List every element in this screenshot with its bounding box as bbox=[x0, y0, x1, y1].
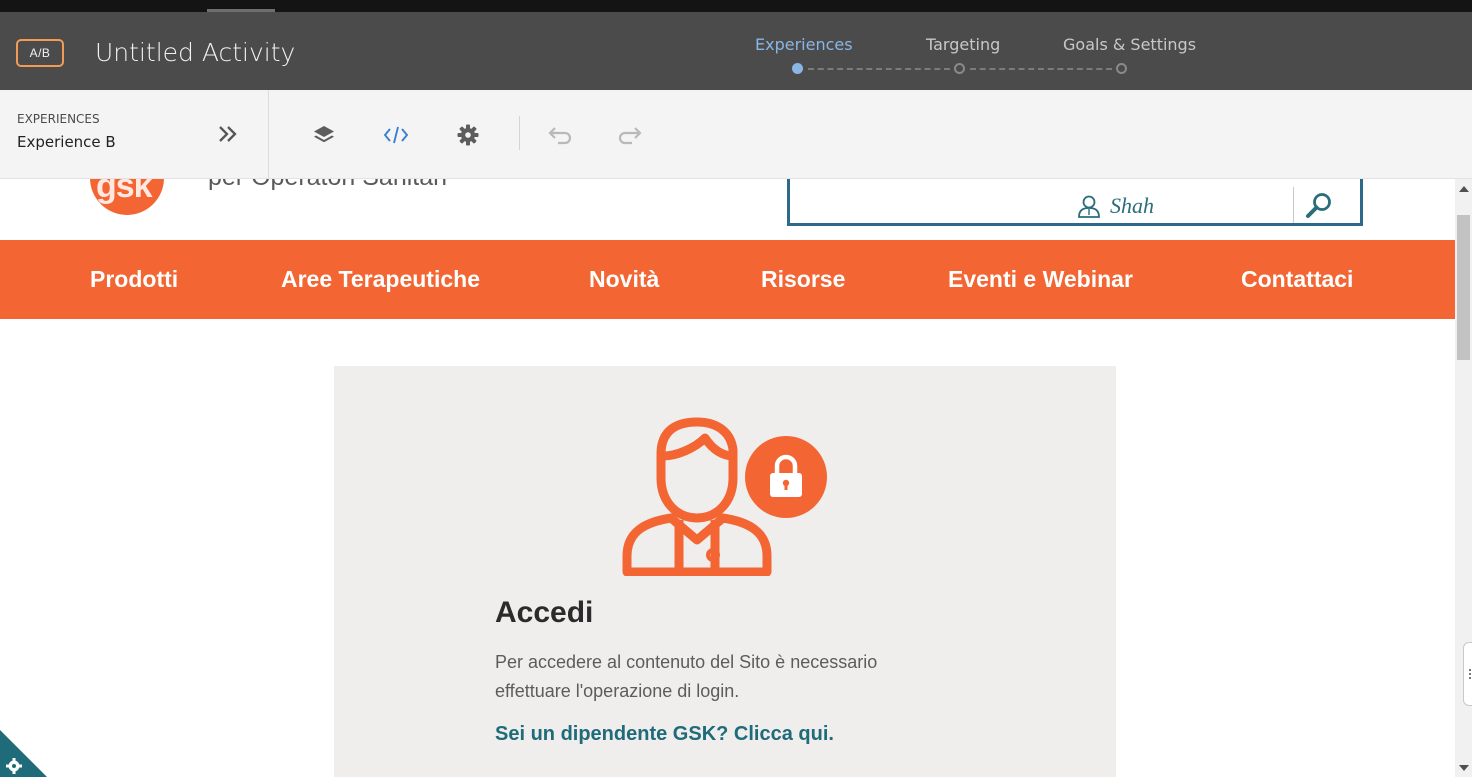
site-tagline: per Operatori Sanitari bbox=[208, 179, 447, 192]
nav-item-risorse[interactable]: Risorse bbox=[761, 266, 845, 293]
step-dot-experiences[interactable] bbox=[792, 63, 803, 74]
gsk-logo[interactable]: gsk bbox=[90, 179, 164, 215]
scroll-up-arrow-icon[interactable] bbox=[1459, 186, 1469, 192]
experiences-label: EXPERIENCES bbox=[17, 112, 100, 126]
login-card: Accedi Per accedere al contenuto del Sit… bbox=[334, 366, 1116, 777]
user-icon bbox=[1078, 195, 1100, 218]
step-connector bbox=[808, 68, 950, 70]
step-targeting[interactable]: Targeting bbox=[926, 35, 1000, 54]
side-panel-handle[interactable] bbox=[1463, 642, 1472, 706]
step-connector bbox=[970, 68, 1112, 70]
step-goals-settings[interactable]: Goals & Settings bbox=[1063, 35, 1196, 54]
website-preview: gsk per Operatori Sanitari Shah Prodotti… bbox=[0, 179, 1472, 777]
employee-login-link[interactable]: Sei un dipendente GSK? Clicca qui. bbox=[495, 723, 834, 746]
search-divider bbox=[1293, 187, 1294, 223]
nav-item-novita[interactable]: Novità bbox=[589, 266, 659, 293]
layers-icon[interactable] bbox=[310, 121, 338, 149]
scroll-thumb[interactable] bbox=[1457, 215, 1470, 360]
nav-item-prodotti[interactable]: Prodotti bbox=[90, 266, 178, 293]
undo-icon[interactable] bbox=[545, 121, 573, 149]
step-experiences[interactable]: Experiences bbox=[755, 35, 853, 54]
login-description: Per accedere al contenuto del Sito è nec… bbox=[495, 652, 878, 701]
nav-item-contattaci[interactable]: Contattaci bbox=[1241, 266, 1353, 293]
nav-item-aree-terapeutiche[interactable]: Aree Terapeutiche bbox=[281, 266, 480, 293]
search-icon[interactable] bbox=[1304, 191, 1334, 221]
nav-item-eventi-webinar[interactable]: Eventi e Webinar bbox=[948, 266, 1133, 293]
scroll-down-arrow-icon[interactable] bbox=[1459, 765, 1469, 771]
collapse-chevrons-icon[interactable] bbox=[214, 120, 242, 148]
step-dot-targeting[interactable] bbox=[954, 63, 965, 74]
editor-toolbar: EXPERIENCES Experience B bbox=[0, 90, 1472, 179]
experience-selector[interactable]: EXPERIENCES Experience B bbox=[0, 90, 269, 179]
locked-user-icon bbox=[622, 417, 827, 576]
site-main-nav: Prodotti Aree Terapeutiche Novità Risors… bbox=[0, 240, 1455, 319]
step-dot-goals-settings[interactable] bbox=[1116, 63, 1127, 74]
activity-title[interactable]: Untitled Activity bbox=[95, 38, 295, 67]
top-window-strip bbox=[0, 0, 1472, 12]
redo-icon[interactable] bbox=[617, 121, 645, 149]
activity-header: A/B Untitled Activity Experiences Target… bbox=[0, 12, 1472, 90]
search-input[interactable]: Shah bbox=[787, 179, 1363, 226]
toolbar-divider bbox=[519, 116, 520, 150]
corner-settings-icon[interactable] bbox=[0, 730, 47, 777]
logged-user-name: Shah bbox=[1110, 193, 1154, 218]
ab-activity-badge: A/B bbox=[16, 39, 64, 67]
code-icon[interactable] bbox=[382, 121, 410, 149]
current-experience[interactable]: Experience B bbox=[17, 133, 116, 151]
gear-icon[interactable] bbox=[454, 121, 482, 149]
login-title: Accedi bbox=[495, 596, 594, 629]
